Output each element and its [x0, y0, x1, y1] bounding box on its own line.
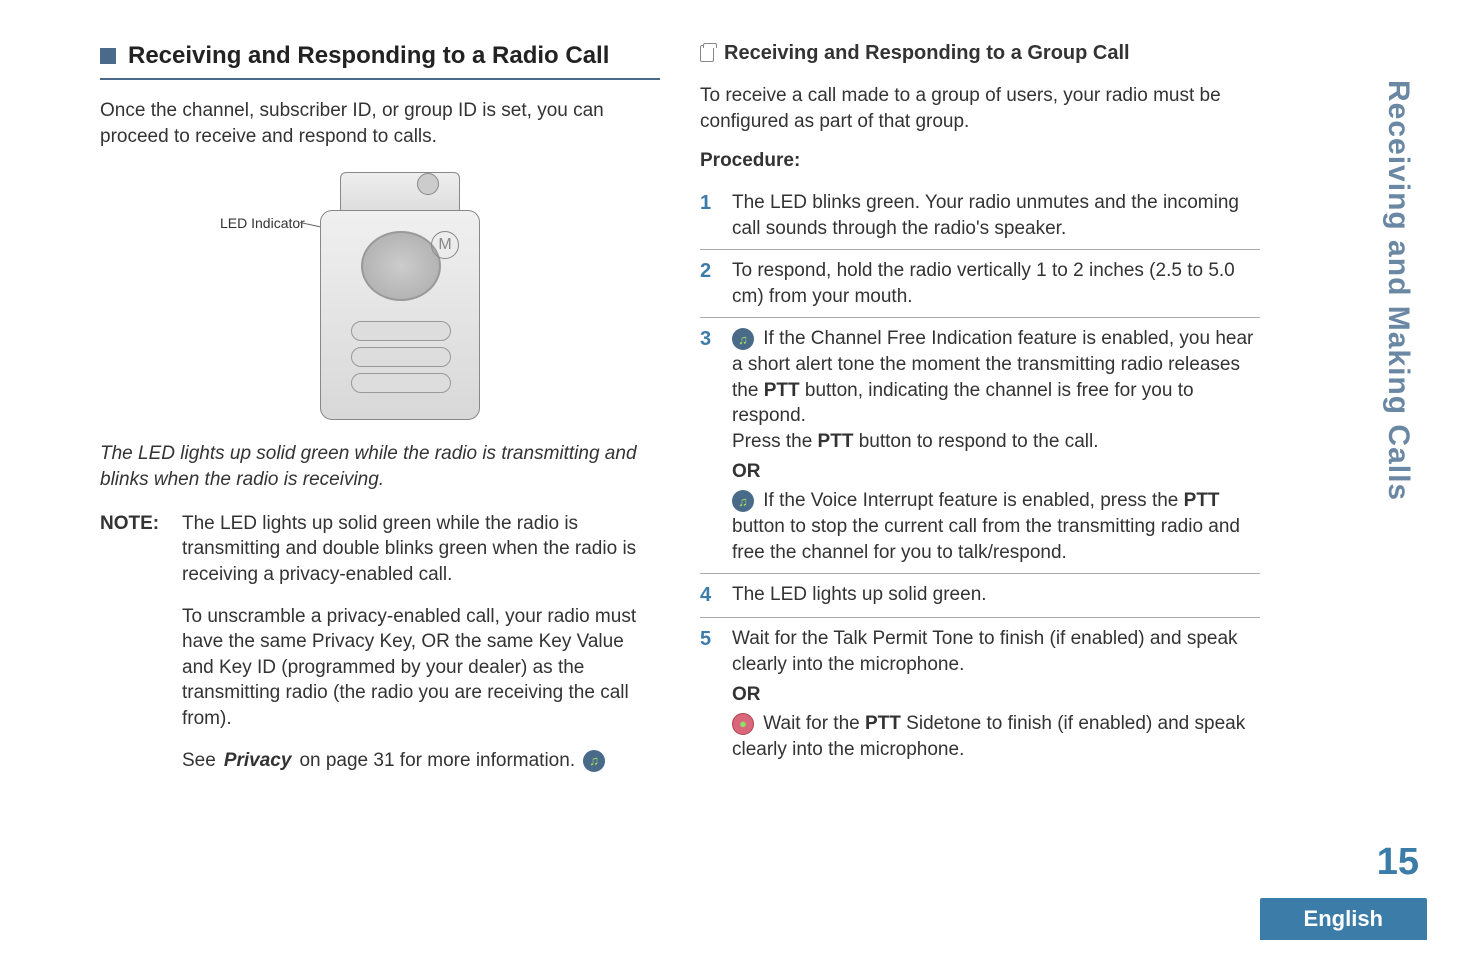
- step-number: 5: [700, 626, 718, 762]
- step3b-pre: Press the: [732, 431, 818, 452]
- ptt-label: PTT: [1184, 490, 1220, 511]
- pulse-icon: ♫: [732, 328, 754, 350]
- step-1: 1 The LED blinks green. Your radio unmut…: [700, 182, 1260, 250]
- section-bullet-icon: [100, 48, 116, 64]
- step-5: 5 Wait for the Talk Permit Tone to finis…: [700, 618, 1260, 770]
- pulse-icon: ♫: [583, 750, 605, 772]
- step-2: 2 To respond, hold the radio vertically …: [700, 250, 1260, 318]
- pulse-icon: ♫: [732, 490, 754, 512]
- step-body: ♫ If the Channel Free Indication feature…: [732, 326, 1260, 565]
- or-label: OR: [732, 682, 1260, 708]
- step-number: 4: [700, 582, 718, 609]
- section-header: Receiving and Responding to a Radio Call: [100, 40, 660, 72]
- radio-figure: LED Indicator M: [100, 164, 660, 432]
- sub-intro: To receive a call made to a group of use…: [700, 83, 1260, 134]
- step-number: 1: [700, 190, 718, 241]
- radio-main-body: M: [320, 210, 480, 420]
- or-label: OR: [732, 459, 1260, 485]
- step-body: The LED blinks green. Your radio unmutes…: [732, 190, 1260, 241]
- step3c-post: button to stop the current call from the…: [732, 516, 1240, 563]
- see-link: Privacy: [224, 748, 292, 774]
- sub-header: Receiving and Responding to a Group Call: [700, 40, 1260, 67]
- note-body: The LED lights up solid green while the …: [182, 511, 660, 790]
- step-number: 2: [700, 258, 718, 309]
- step-3: 3 ♫ If the Channel Free Indication featu…: [700, 318, 1260, 574]
- see-suffix: on page 31 for more information.: [299, 748, 575, 774]
- note-label: NOTE:: [100, 511, 170, 790]
- step-body: Wait for the Talk Permit Tone to finish …: [732, 626, 1260, 762]
- side-chapter-title: Receiving and Making Calls: [1381, 80, 1415, 501]
- see-reference: See Privacy on page 31 for more informat…: [182, 748, 660, 774]
- section-divider: [100, 78, 660, 80]
- ptt-circle-icon: ●: [732, 713, 754, 735]
- step-4: 4 The LED lights up solid green.: [700, 574, 1260, 618]
- note-paragraph: To unscramble a privacy-enabled call, yo…: [182, 604, 660, 732]
- led-indicator-label: LED Indicator: [220, 214, 305, 233]
- radio-button-row: [351, 321, 451, 341]
- step3b-post: button to respond to the call.: [853, 431, 1098, 452]
- radio-button-row: [351, 347, 451, 367]
- sub-title: Receiving and Responding to a Group Call: [724, 40, 1130, 67]
- radio-speaker-icon: [361, 231, 441, 301]
- left-column: Receiving and Responding to a Radio Call…: [100, 40, 660, 789]
- step5a: Wait for the Talk Permit Tone to finish …: [732, 628, 1238, 675]
- ptt-label: PTT: [818, 431, 854, 452]
- figure-caption: The LED lights up solid green while the …: [100, 441, 660, 492]
- section-title: Receiving and Responding to a Radio Call: [128, 40, 609, 72]
- radio-button-row: [351, 373, 451, 393]
- radio-buttons: [351, 321, 451, 399]
- language-badge: English: [1260, 898, 1427, 940]
- procedure-steps: 1 The LED blinks green. Your radio unmut…: [700, 182, 1260, 771]
- step3c-pre: If the Voice Interrupt feature is enable…: [763, 490, 1183, 511]
- page-icon: [700, 45, 714, 62]
- radio-knob-icon: [417, 173, 439, 195]
- step-body: To respond, hold the radio vertically 1 …: [732, 258, 1260, 309]
- right-column: Receiving and Responding to a Group Call…: [700, 40, 1260, 789]
- radio-illustration: LED Indicator M: [280, 164, 480, 424]
- note-block: NOTE: The LED lights up solid green whil…: [100, 511, 660, 790]
- procedure-label: Procedure:: [700, 148, 1260, 174]
- radio-logo-icon: M: [431, 231, 459, 259]
- page-number: 15: [1377, 841, 1419, 884]
- ptt-label: PTT: [865, 713, 901, 734]
- intro-text: Once the channel, subscriber ID, or grou…: [100, 98, 660, 149]
- step-body: The LED lights up solid green.: [732, 582, 1260, 609]
- ptt-label: PTT: [764, 380, 800, 401]
- page: Receiving and Responding to a Radio Call…: [0, 0, 1475, 789]
- step-number: 3: [700, 326, 718, 565]
- step5b-pre: Wait for the: [763, 713, 865, 734]
- see-prefix: See: [182, 748, 216, 774]
- radio-top: [340, 172, 460, 212]
- step3a-post: button, indicating the channel is free f…: [732, 380, 1194, 427]
- note-paragraph: The LED lights up solid green while the …: [182, 511, 660, 588]
